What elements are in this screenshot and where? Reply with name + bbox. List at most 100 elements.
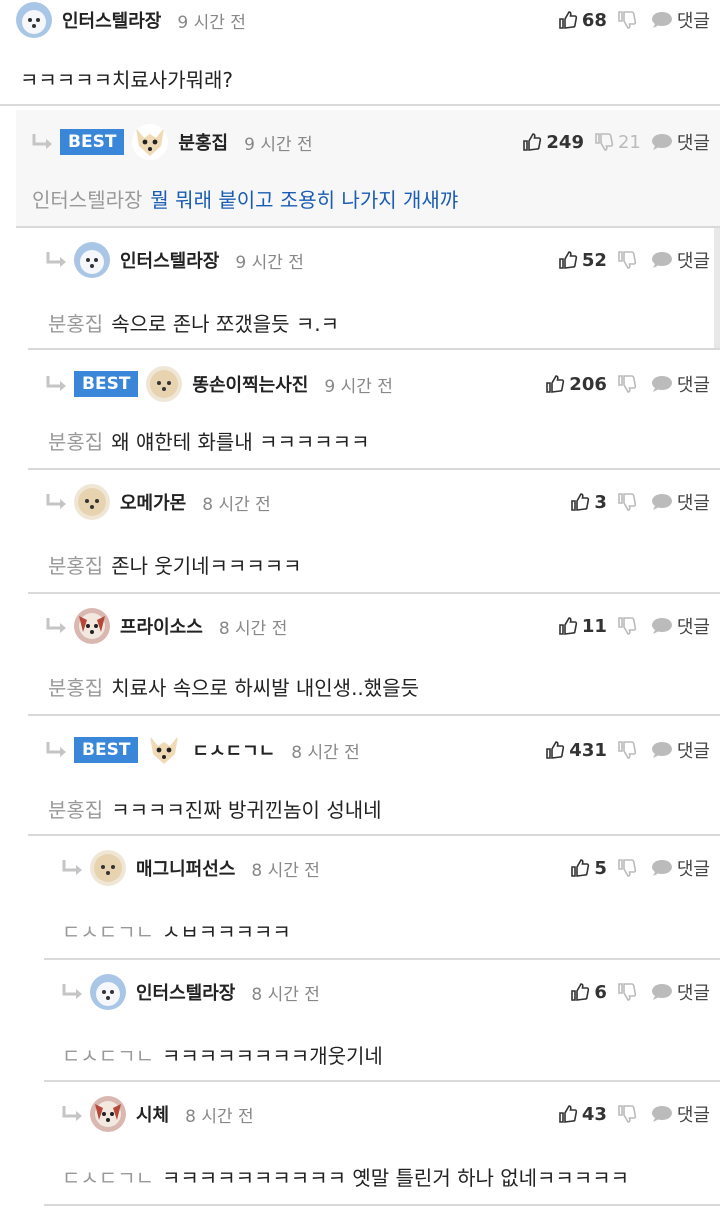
like-button[interactable]: 6 xyxy=(570,982,607,1003)
like-button[interactable]: 431 xyxy=(545,740,607,761)
reply-button[interactable]: 댓글 xyxy=(651,855,710,881)
mention[interactable]: ㄷㅅㄷㄱㄴ xyxy=(62,1166,154,1190)
reply-arrow-icon xyxy=(46,494,66,509)
comment: 오메가몬 8 시간 전 3 댓글 분홍집 존나 웃기네ㅋㅋㅋㅋㅋ xyxy=(28,470,720,592)
avatar[interactable] xyxy=(16,2,52,38)
avatar[interactable] xyxy=(74,608,110,644)
like-button[interactable]: 5 xyxy=(570,858,607,879)
like-button[interactable]: 206 xyxy=(545,374,607,395)
dislike-button[interactable] xyxy=(617,858,641,878)
timestamp: 8 시간 전 xyxy=(185,1106,254,1127)
dislike-button[interactable] xyxy=(617,740,641,760)
author-name[interactable]: 오메가몬 xyxy=(120,489,186,515)
mention[interactable]: 분홍집 xyxy=(48,676,103,700)
reply-button[interactable]: 댓글 xyxy=(651,129,710,155)
author-name[interactable]: 인터스텔라장 xyxy=(136,979,235,1005)
comment-actions: 52 댓글 xyxy=(548,240,710,280)
dislike-button[interactable] xyxy=(617,1104,641,1124)
author-name[interactable]: 똥손이찍는사진 xyxy=(192,371,308,397)
comment: BEST 똥손이찍는사진 9 시간 전 206 댓글 분홍집 왜 얘한테 화를내 … xyxy=(28,350,720,468)
like-count: 431 xyxy=(569,739,607,761)
reply-button[interactable]: 댓글 xyxy=(651,613,710,639)
timestamp: 8 시간 전 xyxy=(291,742,360,763)
reply-button[interactable]: 댓글 xyxy=(651,371,710,397)
comment-text: 분홍집 존나 웃기네ㅋㅋㅋㅋㅋ xyxy=(48,554,302,578)
like-button[interactable]: 43 xyxy=(558,1104,607,1125)
thumbs-down-icon xyxy=(618,1105,637,1123)
thumbs-up-icon xyxy=(559,1105,577,1123)
best-badge: BEST xyxy=(60,129,125,155)
like-count: 249 xyxy=(546,131,584,153)
speech-bubble-icon xyxy=(651,860,672,876)
thumbs-down-icon xyxy=(618,983,637,1001)
mention[interactable]: 분홍집 xyxy=(48,312,103,336)
reply-button[interactable]: 댓글 xyxy=(651,1101,710,1127)
avatar[interactable] xyxy=(146,366,183,402)
avatar[interactable] xyxy=(74,484,110,520)
avatar[interactable] xyxy=(90,974,126,1010)
dislike-button[interactable] xyxy=(617,616,641,636)
thumbs-up-icon xyxy=(559,11,577,29)
speech-bubble-icon xyxy=(651,1106,672,1122)
like-button[interactable]: 3 xyxy=(570,492,607,513)
comment-text: 분홍집 속으로 존나 쪼갰을듯 ㅋ.ㅋ xyxy=(48,312,340,336)
author-name[interactable]: 시체 xyxy=(136,1101,169,1127)
author-name[interactable]: 인터스텔라장 xyxy=(62,7,161,33)
mention[interactable]: 분홍집 xyxy=(48,798,103,822)
mention[interactable]: 인터스텔라장 xyxy=(32,188,142,212)
mention[interactable]: 분홍집 xyxy=(48,554,103,578)
author-name[interactable]: ㄷㅅㄷㄱㄴ xyxy=(192,737,275,763)
reply-button[interactable]: 댓글 xyxy=(651,489,710,515)
reply-button[interactable]: 댓글 xyxy=(651,979,710,1005)
best-badge: BEST xyxy=(74,371,139,397)
comment-actions: 3 댓글 xyxy=(560,482,710,522)
thumbs-down-icon xyxy=(618,375,637,393)
author-name[interactable]: 프라이소스 xyxy=(120,613,203,639)
reply-button[interactable]: 댓글 xyxy=(651,247,710,273)
reply-button[interactable]: 댓글 xyxy=(651,7,710,33)
like-button[interactable]: 52 xyxy=(558,250,607,271)
divider xyxy=(44,1204,720,1206)
speech-bubble-icon xyxy=(651,984,672,1000)
reply-button[interactable]: 댓글 xyxy=(651,737,710,763)
avatar[interactable] xyxy=(90,1096,126,1132)
speech-bubble-icon xyxy=(651,252,672,268)
mention[interactable]: 분홍집 xyxy=(48,430,103,454)
reply-label: 댓글 xyxy=(676,11,710,32)
like-button[interactable]: 11 xyxy=(558,616,607,637)
dislike-button[interactable] xyxy=(617,982,641,1002)
avatar[interactable] xyxy=(146,732,183,768)
dislike-button[interactable] xyxy=(617,10,641,30)
reply-arrow-icon xyxy=(46,376,66,391)
author-name[interactable]: 매그니퍼선스 xyxy=(136,855,235,881)
dislike-button[interactable] xyxy=(617,492,641,512)
mention[interactable]: ㄷㅅㄷㄱㄴ xyxy=(62,920,154,944)
comment: BEST 분홍집 9 시간 전 249 21 댓글 인터스텔라장 뭘 뭐래 붙이고… xyxy=(16,110,720,226)
like-count: 68 xyxy=(581,9,607,31)
thumbs-down-icon xyxy=(618,617,637,635)
avatar[interactable] xyxy=(90,850,126,886)
speech-bubble-icon xyxy=(651,376,672,392)
author-name[interactable]: 인터스텔라장 xyxy=(120,247,219,273)
comment: 매그니퍼선스 8 시간 전 5 댓글 ㄷㅅㄷㄱㄴ ㅅㅂㅋㅋㅋㅋㅋ xyxy=(44,836,720,958)
like-button[interactable]: 249 xyxy=(522,132,584,153)
dislike-button[interactable]: 21 xyxy=(594,132,641,153)
comment: 인터스텔라장 9 시간 전 68 댓글 ㅋㅋㅋㅋㅋ치료사가뭐래? xyxy=(0,0,720,106)
avatar[interactable] xyxy=(132,124,169,160)
timestamp: 9 시간 전 xyxy=(177,12,246,33)
reply-arrow-icon xyxy=(32,134,52,149)
reply-label: 댓글 xyxy=(676,1105,710,1126)
thumbs-down-icon xyxy=(618,493,637,511)
reply-arrow-icon xyxy=(46,252,66,267)
dislike-count: 21 xyxy=(617,131,641,153)
dislike-button[interactable] xyxy=(617,374,641,394)
mention[interactable]: ㄷㅅㄷㄱㄴ xyxy=(62,1044,154,1068)
like-button[interactable]: 68 xyxy=(558,10,607,31)
reply-label: 댓글 xyxy=(676,859,710,880)
avatar[interactable] xyxy=(74,242,110,278)
comment-actions: 206 댓글 xyxy=(535,364,710,404)
comment: 프라이소스 8 시간 전 11 댓글 분홍집 치료사 속으로 하씨발 내인생..했… xyxy=(28,594,720,714)
author-name[interactable]: 분홍집 xyxy=(178,129,228,155)
dislike-button[interactable] xyxy=(617,250,641,270)
thumbs-up-icon xyxy=(559,251,577,269)
